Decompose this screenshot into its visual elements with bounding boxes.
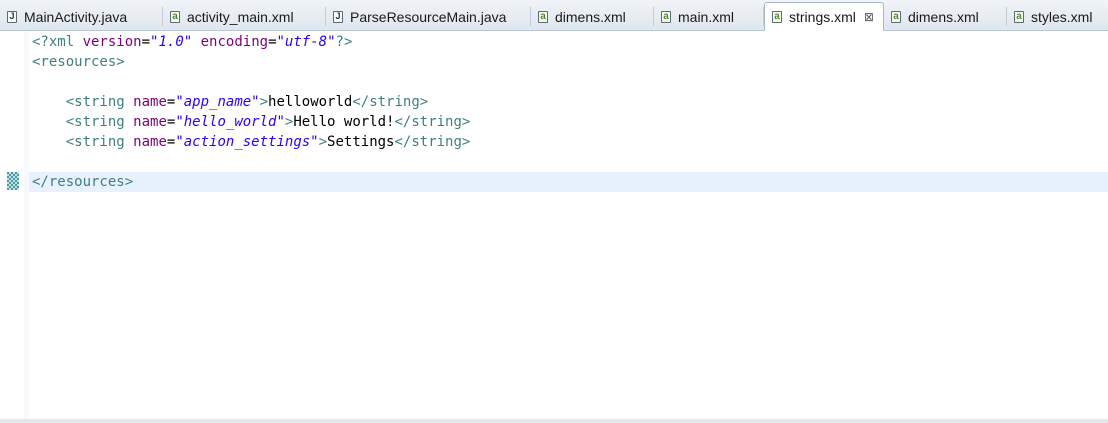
tab-mainactivity-java[interactable]: J MainActivity.java [0,3,163,30]
eclipse-editor-window: J MainActivity.java a activity_main.xml … [0,0,1108,423]
xml-file-icon: a [170,10,180,23]
close-tab-icon[interactable]: ⊠ [864,10,874,24]
code-line-2[interactable]: <resources> [29,52,1108,72]
tab-label: ParseResourceMain.java [350,8,507,25]
vertical-ruler [0,31,25,419]
tab-label: MainActivity.java [24,8,128,25]
code-line-8[interactable]: </resources> [29,172,1108,192]
java-file-icon: J [333,10,343,23]
xml-source-editor[interactable]: <?xml version="1.0" encoding="utf-8"?> <… [0,31,1108,423]
tab-label: strings.xml [789,8,856,25]
code-line-5[interactable]: <string name="hello_world">Hello world!<… [29,112,1108,132]
tab-dimens-xml-2[interactable]: a dimens.xml [884,3,1007,30]
tab-activity-main-xml[interactable]: a activity_main.xml [163,3,326,30]
tab-label: dimens.xml [908,8,979,25]
xml-file-icon: a [661,10,671,23]
code-line-4[interactable]: <string name="app_name">helloworld</stri… [29,92,1108,112]
tab-strings-xml[interactable]: a strings.xml ⊠ [764,2,884,31]
xml-file-icon: a [1014,10,1024,23]
tab-label: styles.xml [1031,8,1093,25]
tab-main-xml[interactable]: a main.xml [654,3,764,30]
code-area[interactable]: <?xml version="1.0" encoding="utf-8"?> <… [29,31,1108,419]
editor-tab-bar: J MainActivity.java a activity_main.xml … [0,0,1108,31]
code-line-1[interactable]: <?xml version="1.0" encoding="utf-8"?> [29,32,1108,52]
tab-dimens-xml[interactable]: a dimens.xml [531,3,654,30]
xml-file-icon: a [891,10,901,23]
xml-file-icon: a [538,10,548,23]
tab-parseresourcemain-java[interactable]: J ParseResourceMain.java [326,3,531,30]
tab-styles-xml[interactable]: a styles.xml [1007,3,1108,30]
code-line-6[interactable]: <string name="action_settings">Settings<… [29,132,1108,152]
tab-label: dimens.xml [555,8,626,25]
tab-label: main.xml [678,8,735,25]
tab-label: activity_main.xml [187,8,294,25]
code-line-3[interactable] [29,72,1108,92]
change-marker-icon [7,172,19,190]
java-file-icon: J [7,10,17,23]
code-line-7[interactable] [29,152,1108,172]
xml-file-icon: a [772,10,782,23]
horizontal-scrollbar[interactable] [0,419,1108,423]
